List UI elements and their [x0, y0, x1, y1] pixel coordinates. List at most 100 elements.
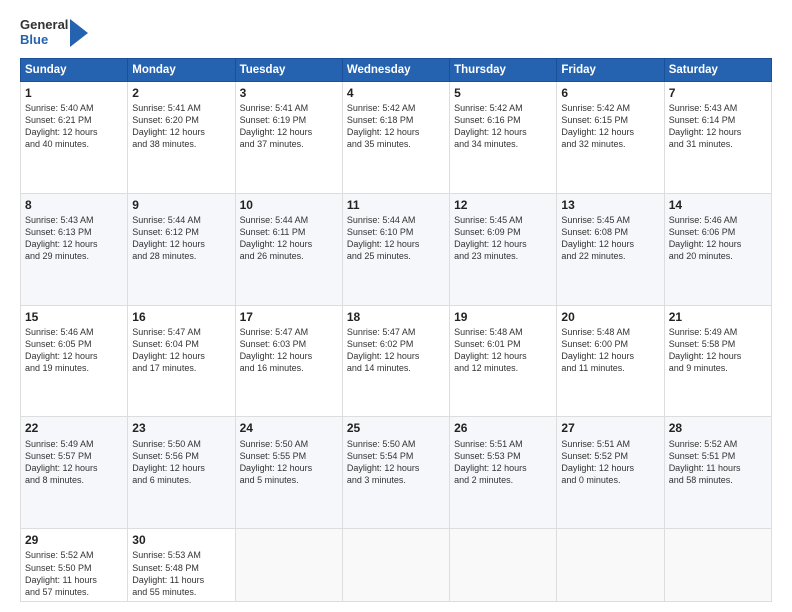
calendar-cell: 7Sunrise: 5:43 AMSunset: 6:14 PMDaylight… — [664, 81, 771, 193]
cell-text: Sunrise: 5:44 AM — [240, 214, 338, 226]
cell-text: and 16 minutes. — [240, 362, 338, 374]
cell-text: Sunset: 6:01 PM — [454, 338, 552, 350]
cell-text: Sunset: 6:16 PM — [454, 114, 552, 126]
calendar-cell: 17Sunrise: 5:47 AMSunset: 6:03 PMDayligh… — [235, 305, 342, 417]
cell-text: Sunrise: 5:47 AM — [132, 326, 230, 338]
cell-text: Daylight: 12 hours — [561, 462, 659, 474]
cell-text: Daylight: 12 hours — [561, 238, 659, 250]
calendar-cell: 20Sunrise: 5:48 AMSunset: 6:00 PMDayligh… — [557, 305, 664, 417]
cell-text: Daylight: 12 hours — [25, 238, 123, 250]
cell-text: and 32 minutes. — [561, 138, 659, 150]
cell-text: Sunrise: 5:47 AM — [240, 326, 338, 338]
day-number: 13 — [561, 197, 659, 213]
cell-text: Sunrise: 5:42 AM — [561, 102, 659, 114]
cell-text: Sunrise: 5:48 AM — [454, 326, 552, 338]
cell-text: and 40 minutes. — [25, 138, 123, 150]
calendar-cell: 2Sunrise: 5:41 AMSunset: 6:20 PMDaylight… — [128, 81, 235, 193]
cell-text: Daylight: 12 hours — [132, 238, 230, 250]
calendar-cell: 5Sunrise: 5:42 AMSunset: 6:16 PMDaylight… — [450, 81, 557, 193]
logo-text-blue: Blue — [20, 33, 68, 48]
day-header-saturday: Saturday — [664, 58, 771, 81]
cell-text: Sunset: 6:06 PM — [669, 226, 767, 238]
cell-text: Daylight: 12 hours — [347, 350, 445, 362]
calendar-cell: 27Sunrise: 5:51 AMSunset: 5:52 PMDayligh… — [557, 417, 664, 529]
calendar-cell: 3Sunrise: 5:41 AMSunset: 6:19 PMDaylight… — [235, 81, 342, 193]
cell-text: Sunset: 6:19 PM — [240, 114, 338, 126]
calendar-cell: 21Sunrise: 5:49 AMSunset: 5:58 PMDayligh… — [664, 305, 771, 417]
cell-text: Daylight: 12 hours — [454, 126, 552, 138]
cell-text: Daylight: 12 hours — [240, 350, 338, 362]
cell-text: Daylight: 12 hours — [669, 126, 767, 138]
calendar-cell: 8Sunrise: 5:43 AMSunset: 6:13 PMDaylight… — [21, 193, 128, 305]
cell-text: Sunset: 6:21 PM — [25, 114, 123, 126]
cell-text: Sunrise: 5:41 AM — [240, 102, 338, 114]
day-number: 14 — [669, 197, 767, 213]
cell-text: Sunset: 6:08 PM — [561, 226, 659, 238]
cell-text: and 14 minutes. — [347, 362, 445, 374]
cell-text: Daylight: 12 hours — [454, 462, 552, 474]
calendar-table: SundayMondayTuesdayWednesdayThursdayFrid… — [20, 58, 772, 602]
day-number: 12 — [454, 197, 552, 213]
day-header-friday: Friday — [557, 58, 664, 81]
calendar-cell — [342, 529, 449, 602]
cell-text: Sunset: 6:20 PM — [132, 114, 230, 126]
day-number: 21 — [669, 309, 767, 325]
calendar-cell: 28Sunrise: 5:52 AMSunset: 5:51 PMDayligh… — [664, 417, 771, 529]
cell-text: Sunset: 5:57 PM — [25, 450, 123, 462]
header-row: SundayMondayTuesdayWednesdayThursdayFrid… — [21, 58, 772, 81]
day-header-tuesday: Tuesday — [235, 58, 342, 81]
cell-text: Sunrise: 5:40 AM — [25, 102, 123, 114]
day-number: 10 — [240, 197, 338, 213]
cell-text: Daylight: 12 hours — [25, 350, 123, 362]
cell-text: Sunrise: 5:52 AM — [669, 438, 767, 450]
cell-text: Daylight: 11 hours — [132, 574, 230, 586]
cell-text: Sunrise: 5:46 AM — [25, 326, 123, 338]
cell-text: Daylight: 12 hours — [669, 350, 767, 362]
cell-text: Daylight: 12 hours — [347, 462, 445, 474]
cell-text: Sunrise: 5:50 AM — [347, 438, 445, 450]
calendar-cell: 6Sunrise: 5:42 AMSunset: 6:15 PMDaylight… — [557, 81, 664, 193]
day-number: 25 — [347, 420, 445, 436]
cell-text: Sunrise: 5:46 AM — [669, 214, 767, 226]
cell-text: and 26 minutes. — [240, 250, 338, 262]
cell-text: Sunrise: 5:44 AM — [132, 214, 230, 226]
calendar-week-1: 1Sunrise: 5:40 AMSunset: 6:21 PMDaylight… — [21, 81, 772, 193]
day-number: 16 — [132, 309, 230, 325]
cell-text: Sunset: 6:00 PM — [561, 338, 659, 350]
day-number: 22 — [25, 420, 123, 436]
cell-text: Sunset: 6:03 PM — [240, 338, 338, 350]
calendar-cell — [557, 529, 664, 602]
cell-text: and 17 minutes. — [132, 362, 230, 374]
cell-text: and 28 minutes. — [132, 250, 230, 262]
calendar-cell: 13Sunrise: 5:45 AMSunset: 6:08 PMDayligh… — [557, 193, 664, 305]
cell-text: Sunrise: 5:49 AM — [669, 326, 767, 338]
header: General Blue — [20, 18, 772, 48]
day-number: 11 — [347, 197, 445, 213]
cell-text: Sunset: 6:05 PM — [25, 338, 123, 350]
cell-text: Sunrise: 5:42 AM — [454, 102, 552, 114]
calendar-cell: 26Sunrise: 5:51 AMSunset: 5:53 PMDayligh… — [450, 417, 557, 529]
cell-text: Sunset: 5:55 PM — [240, 450, 338, 462]
calendar-cell: 18Sunrise: 5:47 AMSunset: 6:02 PMDayligh… — [342, 305, 449, 417]
cell-text: Sunrise: 5:45 AM — [561, 214, 659, 226]
calendar-cell: 23Sunrise: 5:50 AMSunset: 5:56 PMDayligh… — [128, 417, 235, 529]
day-number: 18 — [347, 309, 445, 325]
cell-text: and 38 minutes. — [132, 138, 230, 150]
calendar-cell: 9Sunrise: 5:44 AMSunset: 6:12 PMDaylight… — [128, 193, 235, 305]
cell-text: Daylight: 12 hours — [240, 238, 338, 250]
cell-text: Sunset: 6:09 PM — [454, 226, 552, 238]
calendar-cell: 30Sunrise: 5:53 AMSunset: 5:48 PMDayligh… — [128, 529, 235, 602]
cell-text: and 5 minutes. — [240, 474, 338, 486]
cell-text: Daylight: 12 hours — [347, 238, 445, 250]
cell-text: and 20 minutes. — [669, 250, 767, 262]
logo-arrow-icon — [70, 19, 88, 47]
cell-text: Daylight: 11 hours — [25, 574, 123, 586]
cell-text: Sunset: 5:48 PM — [132, 562, 230, 574]
cell-text: Sunrise: 5:50 AM — [240, 438, 338, 450]
calendar-cell: 12Sunrise: 5:45 AMSunset: 6:09 PMDayligh… — [450, 193, 557, 305]
calendar-cell — [664, 529, 771, 602]
page: General Blue SundayMondayTuesdayWednesda… — [0, 0, 792, 612]
day-number: 5 — [454, 85, 552, 101]
cell-text: Daylight: 12 hours — [132, 126, 230, 138]
day-number: 28 — [669, 420, 767, 436]
